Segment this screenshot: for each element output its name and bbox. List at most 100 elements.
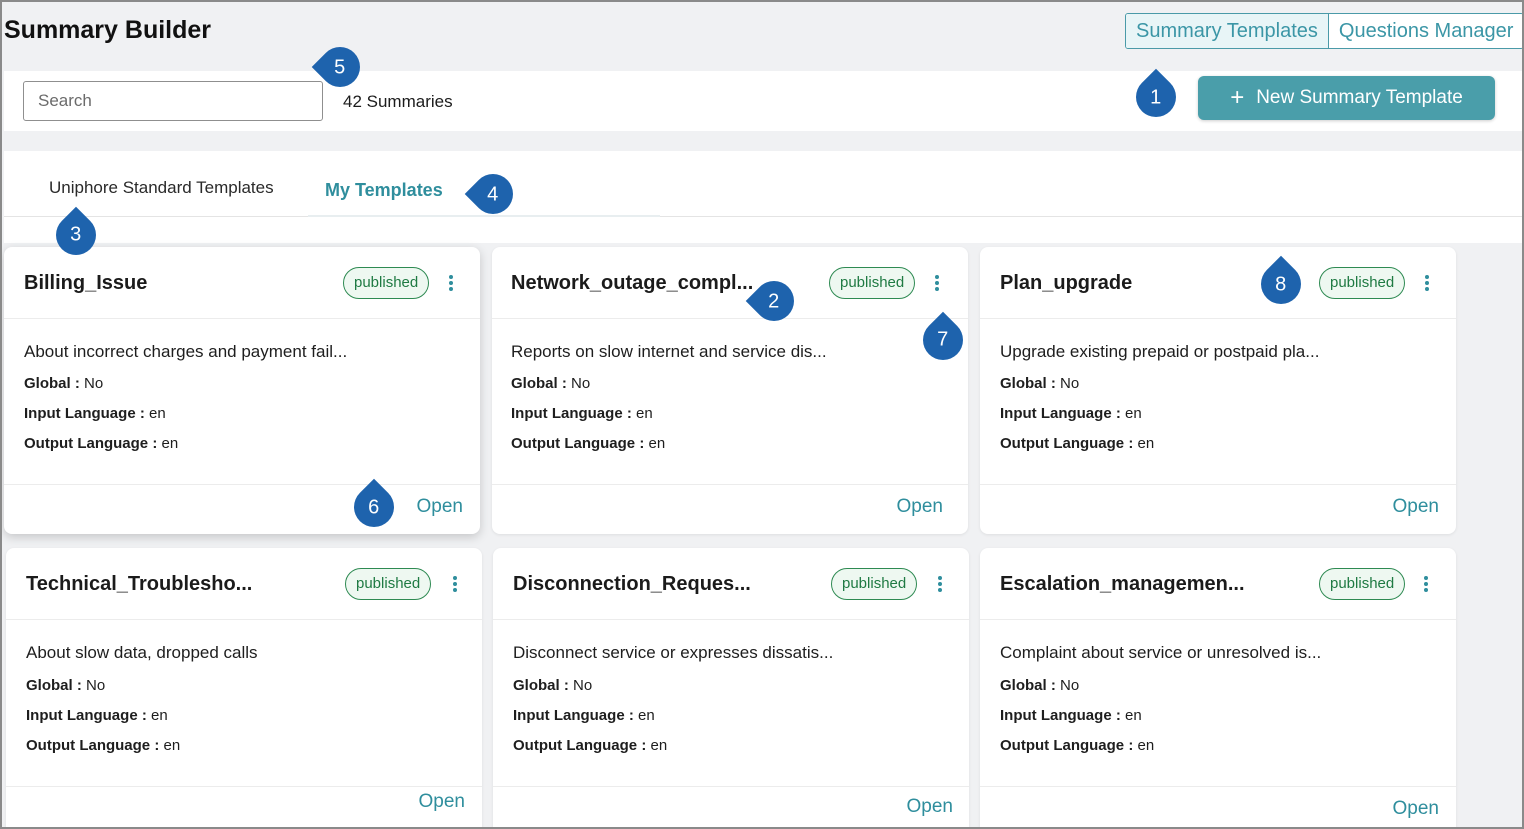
template-card: Disconnection_Reques... published Discon… <box>493 548 969 829</box>
output-language-field: Output Language : en <box>1000 435 1154 452</box>
card-description: Complaint about service or unresolved is… <box>1000 643 1322 662</box>
card-footer: Open <box>493 786 969 829</box>
more-options-icon[interactable] <box>448 275 454 293</box>
open-link[interactable]: Open <box>419 791 465 813</box>
card-title: Technical_Troublesho... <box>26 573 253 595</box>
status-badge: published <box>343 267 430 299</box>
toolbar: 42 Summaries + New Summary Template <box>4 71 1522 131</box>
open-link[interactable]: Open <box>897 496 943 518</box>
input-language-value: en <box>151 707 168 724</box>
input-language-value: en <box>1125 707 1142 724</box>
status-badge: published <box>829 267 916 299</box>
template-card: Escalation_managemen... published Compla… <box>980 548 1456 829</box>
card-description: Disconnect service or expresses dissatis… <box>513 643 834 662</box>
input-language-label: Input Language : <box>26 707 147 724</box>
global-field: Global : No <box>26 677 105 694</box>
output-language-value: en <box>161 435 179 452</box>
output-language-value: en <box>1137 435 1155 452</box>
tab-my-templates[interactable]: My Templates <box>325 180 443 201</box>
more-options-icon[interactable] <box>937 576 943 594</box>
input-language-label: Input Language : <box>511 405 632 422</box>
status-badge: published <box>1319 267 1406 299</box>
input-language-label: Input Language : <box>24 405 145 422</box>
output-language-value: en <box>650 737 668 754</box>
search-input[interactable] <box>23 81 323 121</box>
input-language-field: Input Language : en <box>24 405 166 422</box>
global-field: Global : No <box>1000 677 1079 694</box>
global-value: No <box>86 677 106 694</box>
plus-icon: + <box>1230 84 1245 111</box>
open-link[interactable]: Open <box>1393 798 1439 820</box>
card-footer: Open <box>4 484 480 534</box>
output-language-label: Output Language : <box>511 435 645 452</box>
card-header: Network_outage_compl... published <box>492 247 968 319</box>
global-value: No <box>573 677 593 694</box>
status-badge: published <box>831 568 918 600</box>
output-language-field: Output Language : en <box>513 737 667 754</box>
card-title: Plan_upgrade <box>1000 272 1133 294</box>
input-language-value: en <box>1125 405 1142 422</box>
output-language-field: Output Language : en <box>26 737 180 754</box>
card-footer: Open <box>492 484 968 534</box>
more-options-icon[interactable] <box>934 275 940 293</box>
page-title: Summary Builder <box>4 16 212 44</box>
global-label: Global : <box>26 677 82 694</box>
input-language-field: Input Language : en <box>513 707 655 724</box>
input-language-field: Input Language : en <box>511 405 653 422</box>
input-language-value: en <box>638 707 655 724</box>
callout-number: 6 <box>368 496 380 518</box>
output-language-field: Output Language : en <box>24 435 178 452</box>
more-options-icon[interactable] <box>1424 275 1430 293</box>
output-language-value: en <box>1137 737 1155 754</box>
status-badge: published <box>345 568 432 600</box>
card-title: Disconnection_Reques... <box>513 573 751 595</box>
global-value: No <box>571 375 591 392</box>
input-language-field: Input Language : en <box>1000 707 1142 724</box>
card-footer: Open <box>980 786 1456 829</box>
card-description: About slow data, dropped calls <box>26 643 258 662</box>
open-link[interactable]: Open <box>907 796 953 818</box>
tab-summary-templates[interactable]: Summary Templates <box>1126 14 1329 48</box>
tab-questions-manager[interactable]: Questions Manager <box>1329 14 1524 48</box>
open-link[interactable]: Open <box>417 496 463 518</box>
global-field: Global : No <box>513 677 592 694</box>
card-description: Reports on slow internet and service dis… <box>511 342 827 361</box>
global-label: Global : <box>511 375 567 392</box>
callout-number: 1 <box>1150 86 1162 108</box>
input-language-field: Input Language : en <box>1000 405 1142 422</box>
active-tab-indicator <box>308 215 660 217</box>
card-footer: Open <box>6 786 482 829</box>
callout-number: 2 <box>768 290 780 312</box>
card-title: Network_outage_compl... <box>511 272 754 294</box>
card-title: Billing_Issue <box>24 272 148 294</box>
callout-number: 8 <box>1275 273 1287 295</box>
callout-number: 4 <box>487 183 499 205</box>
output-language-field: Output Language : en <box>1000 737 1154 754</box>
card-description: About incorrect charges and payment fail… <box>24 342 348 361</box>
output-language-value: en <box>163 737 181 754</box>
card-description: Upgrade existing prepaid or postpaid pla… <box>1000 342 1320 361</box>
callout-number: 5 <box>334 56 346 78</box>
card-header: Technical_Troublesho... published <box>6 548 482 620</box>
output-language-label: Output Language : <box>1000 737 1134 754</box>
template-card: Technical_Troublesho... published About … <box>6 548 482 829</box>
more-options-icon[interactable] <box>452 576 458 594</box>
output-language-label: Output Language : <box>513 737 647 754</box>
card-footer: Open <box>980 484 1456 534</box>
callout-number: 7 <box>937 329 949 351</box>
more-options-icon[interactable] <box>1423 576 1429 594</box>
global-field: Global : No <box>1000 375 1079 392</box>
tab-uniphore-standard-templates[interactable]: Uniphore Standard Templates <box>49 178 274 198</box>
card-title: Escalation_managemen... <box>1000 573 1245 595</box>
global-field: Global : No <box>24 375 103 392</box>
template-card: Network_outage_compl... published Report… <box>492 247 968 534</box>
open-link[interactable]: Open <box>1393 496 1439 518</box>
new-summary-template-label: New Summary Template <box>1256 87 1463 108</box>
new-summary-template-button[interactable]: + New Summary Template <box>1198 76 1495 120</box>
output-language-label: Output Language : <box>1000 435 1134 452</box>
card-header: Billing_Issue published <box>4 247 480 319</box>
global-label: Global : <box>1000 375 1056 392</box>
global-label: Global : <box>513 677 569 694</box>
global-field: Global : No <box>511 375 590 392</box>
global-label: Global : <box>24 375 80 392</box>
